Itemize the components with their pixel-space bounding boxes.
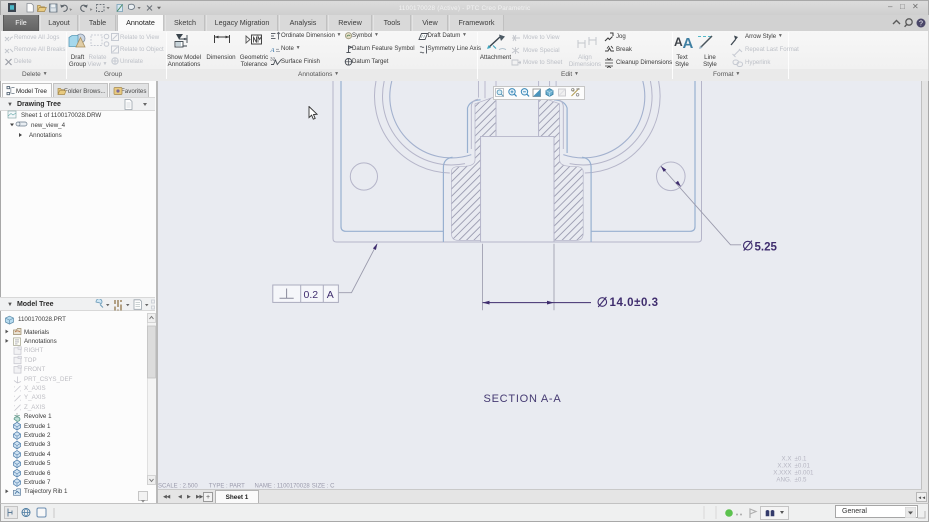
svg-text:5.25: 5.25 xyxy=(755,241,778,253)
svg-text:±0.1: ±0.1 xyxy=(795,456,808,463)
svg-text:A: A xyxy=(270,47,275,54)
svg-text:0.2: 0.2 xyxy=(304,289,319,301)
svg-text:A: A xyxy=(683,35,694,52)
svg-text:?: ? xyxy=(919,21,923,28)
svg-text:A: A xyxy=(327,289,334,301)
svg-text:X.XX: X.XX xyxy=(777,463,791,470)
svg-text:14.0±0.3: 14.0±0.3 xyxy=(610,297,659,309)
svg-text:±0.01: ±0.01 xyxy=(795,463,811,470)
svg-text:ANG.: ANG. xyxy=(776,476,791,483)
svg-text:SECTION A-A: SECTION A-A xyxy=(484,393,562,405)
svg-text:X.X: X.X xyxy=(782,456,792,463)
svg-text:±0.5: ±0.5 xyxy=(795,476,808,483)
